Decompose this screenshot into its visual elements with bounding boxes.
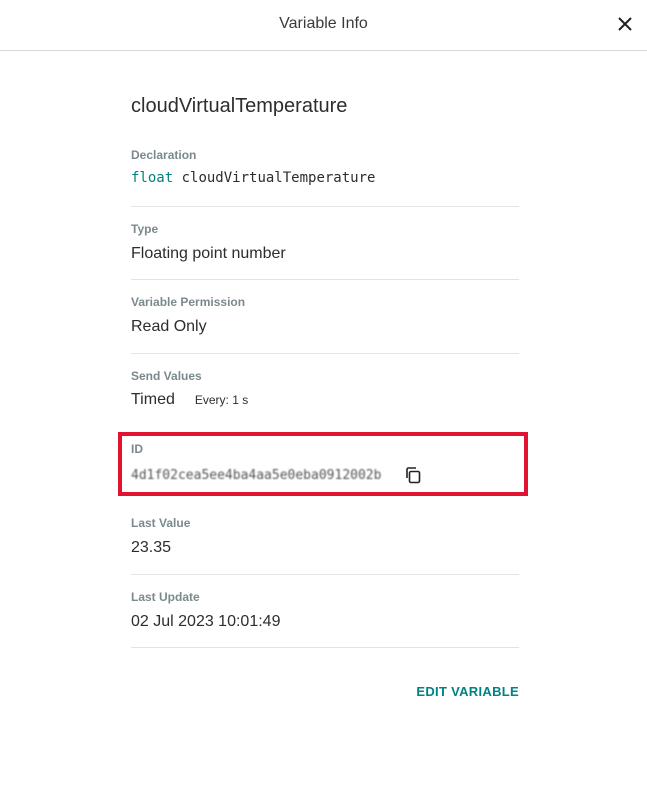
declaration-variable-name: cloudVirtualTemperature [181,170,376,186]
permission-field: Variable Permission Read Only [131,295,519,336]
type-field: Type Floating point number [131,222,519,263]
dialog-header: Variable Info [0,0,647,51]
divider [131,574,519,575]
close-icon [618,17,632,31]
last-update-field: Last Update 02 Jul 2023 10:01:49 [131,590,519,631]
last-value-label: Last Value [131,516,191,530]
permission-value: Read Only [131,318,207,335]
declaration-type-keyword: float [131,170,174,186]
divider [131,353,519,354]
send-values-mode: Timed [131,391,175,408]
type-value: Floating point number [131,245,286,262]
last-update-value: 02 Jul 2023 10:01:49 [131,613,281,630]
dialog-title: Variable Info [279,15,368,32]
last-value-value: 23.35 [131,539,172,556]
send-values-field: Send Values Timed Every: 1 s [131,369,519,409]
send-values-interval: Every: 1 s [194,393,249,407]
divider [131,206,519,207]
last-update-label: Last Update [131,590,200,604]
divider [131,647,519,648]
last-value-field: Last Value 23.35 [131,516,519,557]
variable-name-heading: cloudVirtualTemperature [131,95,348,117]
send-values-row: Timed Every: 1 s [131,391,519,409]
permission-label: Variable Permission [131,295,246,309]
id-field: ID 4d1f02cea5ee4ba4aa5e0eba0912002b [118,432,528,496]
id-highlight-box [118,432,528,496]
edit-variable-button[interactable]: EDIT VARIABLE [416,684,519,699]
divider [131,279,519,280]
send-values-label: Send Values [131,369,202,383]
declaration-label: Declaration [131,148,197,162]
declaration-value: float cloudVirtualTemperature [131,170,519,186]
declaration-field: Declaration float cloudVirtualTemperatur… [131,148,519,186]
close-button[interactable] [613,12,637,36]
id-value: 4d1f02cea5ee4ba4aa5e0eba0912002b [131,467,382,483]
type-label: Type [131,222,159,236]
